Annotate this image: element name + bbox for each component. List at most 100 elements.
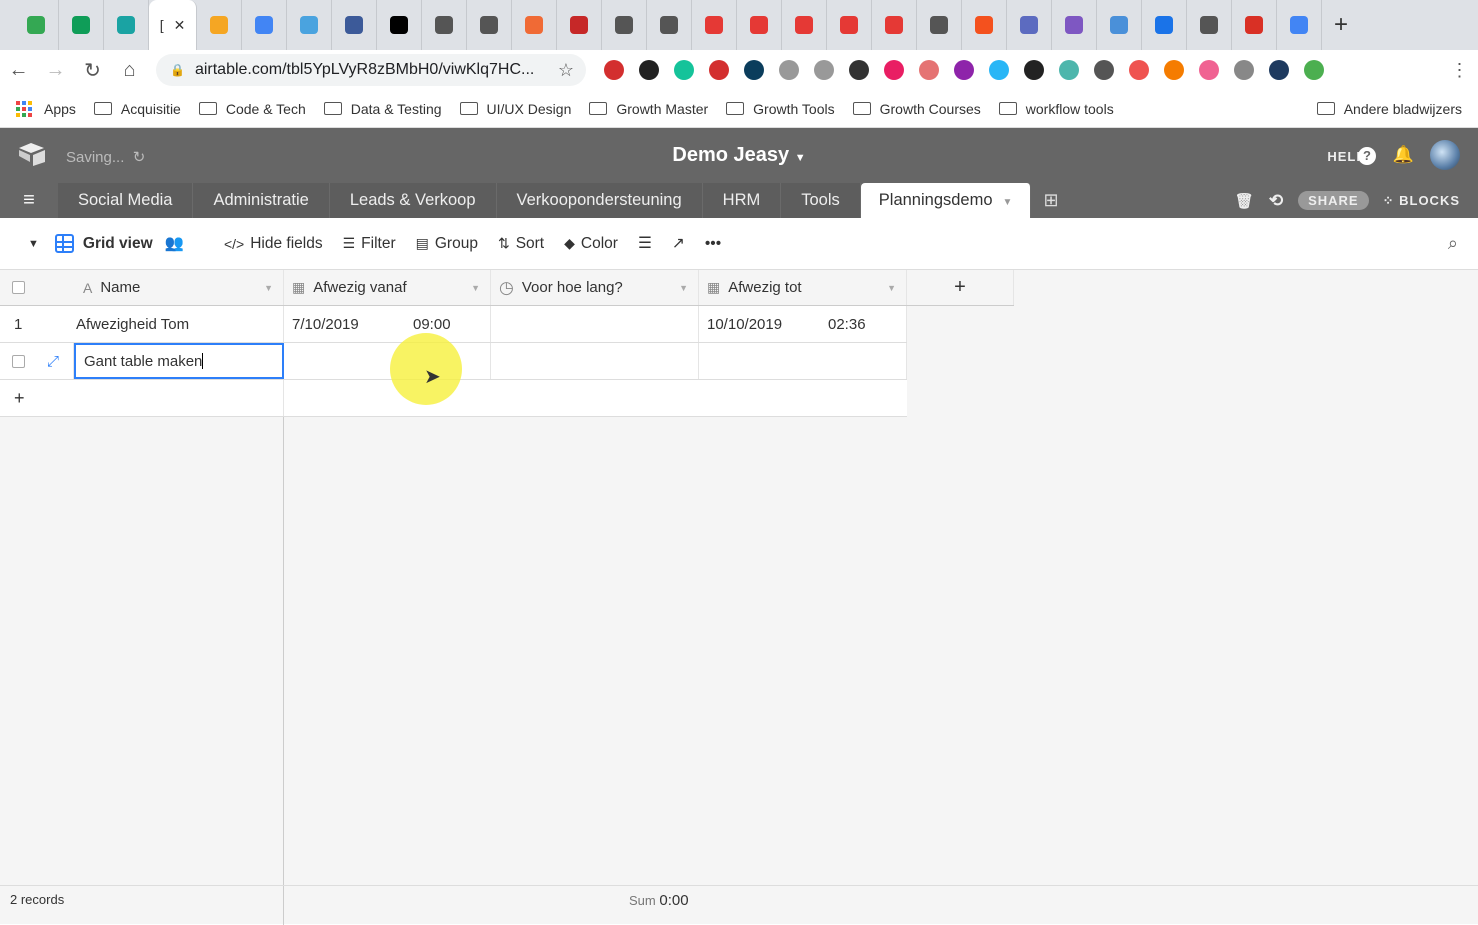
table-tab[interactable]: Administratie <box>193 183 330 218</box>
browser-tab[interactable] <box>332 0 377 50</box>
extension-icon[interactable] <box>849 60 869 80</box>
browser-tab[interactable] <box>197 0 242 50</box>
row-checkbox[interactable] <box>12 354 25 368</box>
avatar[interactable] <box>1430 140 1460 170</box>
bookmark-folder[interactable]: workflow tools <box>998 101 1114 117</box>
browser-tab[interactable] <box>1187 0 1232 50</box>
share-view-button[interactable]: ↗ <box>672 234 685 253</box>
expand-record-icon[interactable]: ⤢ <box>47 353 59 370</box>
extension-icon[interactable] <box>779 60 799 80</box>
extension-icon[interactable] <box>1269 60 1289 80</box>
hide-fields-button[interactable]: </> Hide fields <box>224 235 323 253</box>
blocks-button[interactable]: ⁘ BLOCKS <box>1383 193 1460 209</box>
table-row[interactable]: 1 Afwezigheid Tom 7/10/2019 09:00 10/10/20… <box>0 306 907 343</box>
afwezig-tot-cell[interactable]: 10/10/2019 02:36 <box>699 306 907 342</box>
bookmark-star-icon[interactable]: ☆ <box>558 60 574 81</box>
browser-tab[interactable] <box>59 0 104 50</box>
row-height-button[interactable]: ☰ <box>638 234 652 253</box>
column-header-afwezig-vanaf[interactable]: ▦ Afwezig vanaf ▼ <box>284 270 491 305</box>
notifications-bell-icon[interactable]: 🔔 <box>1393 145 1414 165</box>
extension-icon[interactable] <box>1164 60 1184 80</box>
name-input[interactable]: Gant table maken <box>84 353 202 370</box>
browser-tab[interactable] <box>104 0 149 50</box>
browser-tab[interactable] <box>692 0 737 50</box>
history-icon[interactable]: ⟲ <box>1269 191 1284 211</box>
browser-tab[interactable] <box>647 0 692 50</box>
reload-icon[interactable]: ↻ <box>74 58 111 83</box>
column-header-name[interactable]: A Name ▼ <box>0 270 284 305</box>
table-tab-active[interactable]: Planningsdemo ▼ <box>860 183 1032 218</box>
browser-tab[interactable] <box>872 0 917 50</box>
browser-tab[interactable] <box>287 0 332 50</box>
hamburger-menu-icon[interactable]: ≡ <box>0 183 58 218</box>
extension-icon[interactable] <box>674 60 694 80</box>
share-button[interactable]: SHARE <box>1298 191 1369 210</box>
browser-tab[interactable] <box>512 0 557 50</box>
view-sidebar-toggle-icon[interactable]: ▼ <box>28 238 39 250</box>
sum-summary[interactable]: Sum 0:00 <box>629 892 689 909</box>
table-tab[interactable]: HRM <box>702 183 782 218</box>
extension-icon[interactable] <box>744 60 764 80</box>
add-table-icon[interactable]: ⊞ <box>1043 183 1058 218</box>
table-tab[interactable]: Social Media <box>58 183 194 218</box>
more-options-button[interactable]: ••• <box>705 235 721 253</box>
extension-icon[interactable] <box>814 60 834 80</box>
browser-tab[interactable] <box>737 0 782 50</box>
filter-button[interactable]: ☰ Filter <box>343 235 396 253</box>
caret-down-icon[interactable]: ▼ <box>1003 197 1013 208</box>
name-cell-editing[interactable]: Gant table maken <box>74 343 284 379</box>
help-icon[interactable]: ? <box>1358 147 1376 165</box>
bookmark-other[interactable]: Andere bladwijzers <box>1316 101 1462 117</box>
forward-icon[interactable]: → <box>37 59 74 82</box>
browser-tab[interactable] <box>377 0 422 50</box>
trash-icon[interactable]: 🗑 <box>1235 192 1255 210</box>
select-all-checkbox[interactable] <box>12 281 25 294</box>
extension-icon[interactable] <box>1024 60 1044 80</box>
browser-tab[interactable] <box>827 0 872 50</box>
sort-button[interactable]: ⇅ Sort <box>498 235 544 253</box>
search-icon[interactable]: ⌕ <box>1448 233 1458 254</box>
bookmark-folder[interactable]: Data & Testing <box>323 101 442 117</box>
extension-icon[interactable] <box>884 60 904 80</box>
browser-tab[interactable] <box>1232 0 1277 50</box>
airtable-logo-icon[interactable] <box>18 142 46 166</box>
bookmark-folder[interactable]: Growth Master <box>589 101 708 117</box>
browser-tab[interactable] <box>602 0 647 50</box>
extension-icon[interactable] <box>954 60 974 80</box>
extension-icon[interactable] <box>919 60 939 80</box>
more-menu-icon[interactable]: ⋮ <box>1441 60 1478 81</box>
add-record-icon[interactable]: + <box>0 380 284 416</box>
back-icon[interactable]: ← <box>0 59 37 82</box>
url-input[interactable]: 🔒 airtable.com/tbl5YpLVyR8zBMbH0/viwKlq7… <box>156 54 586 86</box>
browser-tab[interactable] <box>917 0 962 50</box>
browser-tab[interactable] <box>557 0 602 50</box>
afwezig-tot-cell[interactable] <box>699 343 907 379</box>
browser-tab[interactable] <box>14 0 59 50</box>
bookmark-folder[interactable]: Code & Tech <box>198 101 306 117</box>
extension-icon[interactable] <box>1199 60 1219 80</box>
group-button[interactable]: ▤ Group <box>416 235 478 253</box>
bookmark-folder[interactable]: UI/UX Design <box>459 101 571 117</box>
afwezig-vanaf-cell[interactable]: 7/10/2019 09:00 <box>284 306 491 342</box>
extension-icon[interactable] <box>1059 60 1079 80</box>
extension-icon[interactable] <box>604 60 624 80</box>
extension-icon[interactable] <box>1129 60 1149 80</box>
bookmark-folder[interactable]: Growth Courses <box>852 101 981 117</box>
extension-icon[interactable] <box>989 60 1009 80</box>
column-header-afwezig-tot[interactable]: ▦ Afwezig tot ▼ <box>699 270 907 305</box>
browser-tab-active[interactable]: [✕ <box>149 0 197 50</box>
browser-tab[interactable] <box>962 0 1007 50</box>
browser-tab[interactable] <box>242 0 287 50</box>
extension-icon[interactable] <box>639 60 659 80</box>
voor-hoe-lang-cell[interactable] <box>491 306 699 342</box>
close-tab-icon[interactable]: ✕ <box>174 17 186 34</box>
table-tab[interactable]: Tools <box>781 183 861 218</box>
view-switcher[interactable]: Grid view 👥 <box>54 234 184 253</box>
row-selector[interactable]: ⤢ <box>0 343 74 379</box>
browser-tab[interactable] <box>1097 0 1142 50</box>
primary-cell[interactable]: 1 Afwezigheid Tom <box>0 306 284 342</box>
browser-tab[interactable] <box>1142 0 1187 50</box>
browser-tab[interactable] <box>1052 0 1097 50</box>
caret-down-icon[interactable]: ▼ <box>264 283 273 293</box>
home-icon[interactable]: ⌂ <box>111 59 148 82</box>
